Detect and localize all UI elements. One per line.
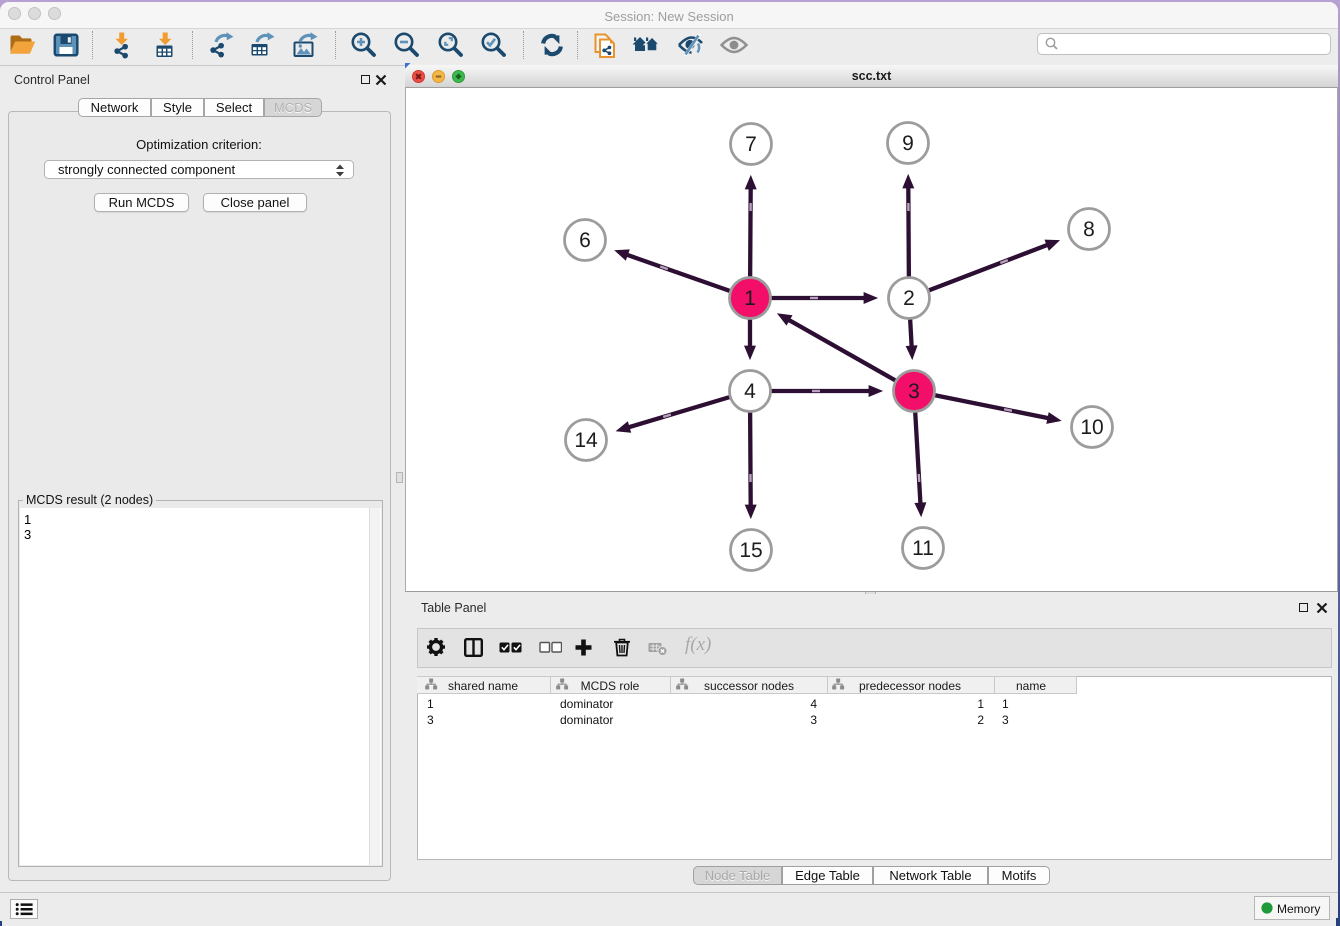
svg-text:11: 11 [912, 537, 934, 560]
svg-text:8: 8 [1083, 218, 1095, 241]
svg-text:2: 2 [903, 287, 915, 310]
svg-text:6: 6 [579, 229, 591, 252]
svg-text:7: 7 [745, 133, 757, 156]
svg-text:14: 14 [574, 429, 598, 452]
svg-text:1: 1 [744, 287, 756, 310]
svg-text:9: 9 [902, 132, 914, 155]
svg-text:10: 10 [1080, 416, 1103, 439]
svg-text:3: 3 [908, 380, 920, 403]
svg-text:15: 15 [739, 539, 762, 562]
svg-text:4: 4 [744, 380, 756, 403]
